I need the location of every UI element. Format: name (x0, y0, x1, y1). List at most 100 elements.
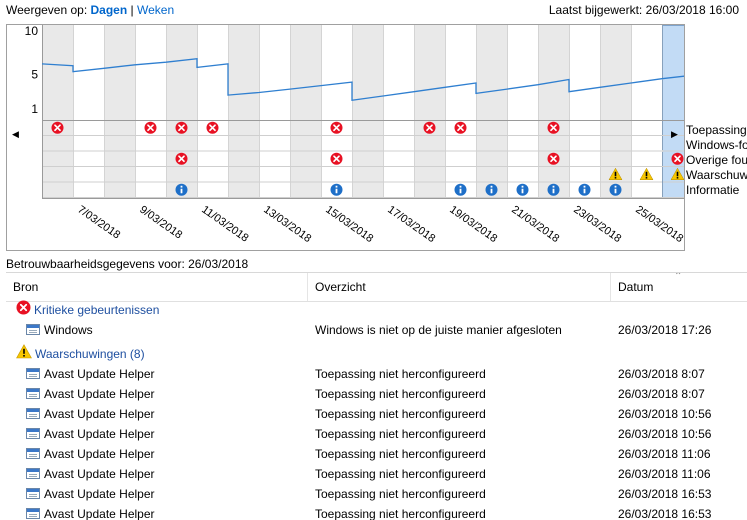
date-cell: 26/03/2018 17:26 (618, 323, 712, 337)
table-row[interactable]: Avast Update Helper Toepassing niet herco… (6, 364, 747, 384)
column-header-summary[interactable]: Overzicht (308, 273, 611, 301)
info-icon[interactable] (609, 183, 622, 196)
day-column[interactable] (42, 25, 73, 198)
source-name: Avast Update Helper (44, 507, 155, 520)
info-icon[interactable] (547, 183, 560, 196)
table-row[interactable]: Avast Update Helper Toepassing niet herco… (6, 384, 747, 404)
app-window-icon (26, 408, 40, 420)
warning-icon (16, 344, 32, 365)
date-cell: 26/03/2018 10:56 (618, 407, 712, 421)
info-icon[interactable] (578, 183, 591, 196)
error-icon (16, 300, 31, 321)
source-cell: Avast Update Helper (26, 444, 155, 464)
error-icon[interactable] (330, 152, 343, 165)
source-cell: Avast Update Helper (26, 504, 155, 520)
day-column[interactable] (538, 25, 569, 198)
day-column[interactable] (197, 25, 228, 198)
info-icon[interactable] (485, 183, 498, 196)
app-window-icon (26, 488, 40, 500)
day-column[interactable] (104, 25, 135, 198)
summary-cell: Windows is niet op de juiste manier afge… (315, 323, 562, 337)
source-cell: Avast Update Helper (26, 384, 155, 404)
table-row[interactable]: Avast Update Helper Toepassing niet herco… (6, 464, 747, 484)
table-row[interactable]: Avast Update Helper Toepassing niet herco… (6, 404, 747, 424)
error-icon[interactable] (454, 121, 467, 134)
summary-cell: Toepassing niet herconfigureerd (315, 427, 486, 441)
info-icon[interactable] (330, 183, 343, 196)
summary-cell: Toepassing niet herconfigureerd (315, 387, 486, 401)
stability-chart-svg[interactable]: 10517/03/2018 9/03/2018 11/03/2018 13/03/20… (7, 25, 684, 250)
summary-cell: Toepassing niet herconfigureerd (315, 447, 486, 461)
day-column[interactable] (135, 25, 166, 198)
day-column[interactable] (228, 25, 259, 198)
error-icon[interactable] (423, 121, 436, 134)
x-tick-label: 11/03/2018 (199, 204, 250, 245)
group-critical-label: Kritieke gebeurtenissen (34, 303, 160, 317)
error-icon[interactable] (175, 152, 188, 165)
day-column[interactable] (290, 25, 321, 198)
error-icon[interactable] (547, 121, 560, 134)
x-tick-label: 7/03/2018 (75, 204, 122, 242)
x-tick-label: 17/03/2018 (385, 204, 437, 245)
group-critical[interactable]: Kritieke gebeurtenissen (16, 300, 159, 320)
day-column[interactable] (662, 25, 684, 198)
legend-windows-failures: Windows-fo (686, 138, 747, 152)
source-name: Avast Update Helper (44, 387, 155, 401)
view-options: Weergeven op: Dagen | Weken (6, 3, 174, 17)
day-column[interactable] (476, 25, 507, 198)
view-weeks-link[interactable]: Weken (137, 3, 174, 17)
date-cell: 26/03/2018 11:06 (618, 447, 711, 461)
source-name: Windows (44, 323, 93, 337)
error-icon[interactable] (330, 121, 343, 134)
source-cell: Avast Update Helper (26, 424, 155, 444)
table-row[interactable]: Windows Windows is niet op de juiste man… (6, 320, 747, 340)
last-updated: Laatst bijgewerkt: 26/03/2018 16:00 (548, 3, 739, 17)
column-header-source[interactable]: Bron (6, 273, 308, 301)
day-column[interactable] (73, 25, 104, 198)
group-warnings-label: Waarschuwingen (8) (35, 347, 145, 361)
source-cell: Avast Update Helper (26, 484, 155, 504)
summary-cell: Toepassing niet herconfigureerd (315, 407, 486, 421)
table-row[interactable]: Avast Update Helper Toepassing niet herco… (6, 444, 747, 464)
info-icon[interactable] (516, 183, 529, 196)
table-header: Bron Overzicht Datum ⌃ (6, 273, 747, 302)
info-icon[interactable] (175, 183, 188, 196)
day-column[interactable] (445, 25, 476, 198)
app-window-icon (26, 468, 40, 480)
triangle-right-icon[interactable]: ▶ (671, 129, 678, 140)
table-row[interactable]: Avast Update Helper Toepassing niet herco… (6, 504, 747, 520)
error-icon[interactable] (206, 121, 219, 134)
table-row[interactable]: Avast Update Helper Toepassing niet herco… (6, 424, 747, 444)
day-column[interactable] (507, 25, 538, 198)
view-separator: | (130, 3, 134, 17)
error-icon[interactable] (671, 152, 684, 165)
legend-warnings: Waarschuw (686, 168, 747, 182)
error-icon[interactable] (144, 121, 157, 134)
sort-chevron-icon: ⌃ (674, 272, 683, 282)
x-tick-label: 15/03/2018 (323, 204, 375, 245)
error-icon[interactable] (547, 152, 560, 165)
error-icon[interactable] (175, 121, 188, 134)
triangle-left-icon[interactable]: ◀ (12, 129, 19, 140)
view-by-label: Weergeven op: (6, 3, 88, 17)
day-column[interactable] (383, 25, 414, 198)
source-name: Avast Update Helper (44, 367, 155, 381)
day-column[interactable] (352, 25, 383, 198)
day-column[interactable] (414, 25, 445, 198)
error-icon[interactable] (51, 121, 64, 134)
day-column[interactable] (166, 25, 197, 198)
group-warnings[interactable]: Waarschuwingen (8) (16, 344, 145, 364)
day-column[interactable] (569, 25, 600, 198)
source-cell: Avast Update Helper (26, 464, 155, 484)
x-tick-label: 25/03/2018 (633, 204, 684, 245)
y-tick-label: 1 (31, 102, 38, 116)
day-column[interactable] (259, 25, 290, 198)
summary-cell: Toepassing niet herconfigureerd (315, 507, 486, 520)
x-tick-label: 23/03/2018 (571, 204, 623, 245)
details-label: Betrouwbaarheidsgegevens voor: 26/03/201… (6, 257, 249, 271)
y-tick-label: 10 (25, 25, 39, 38)
info-icon[interactable] (454, 183, 467, 196)
view-days-link[interactable]: Dagen (91, 3, 128, 17)
day-column[interactable] (321, 25, 352, 198)
table-row[interactable]: Avast Update Helper Toepassing niet herco… (6, 484, 747, 504)
